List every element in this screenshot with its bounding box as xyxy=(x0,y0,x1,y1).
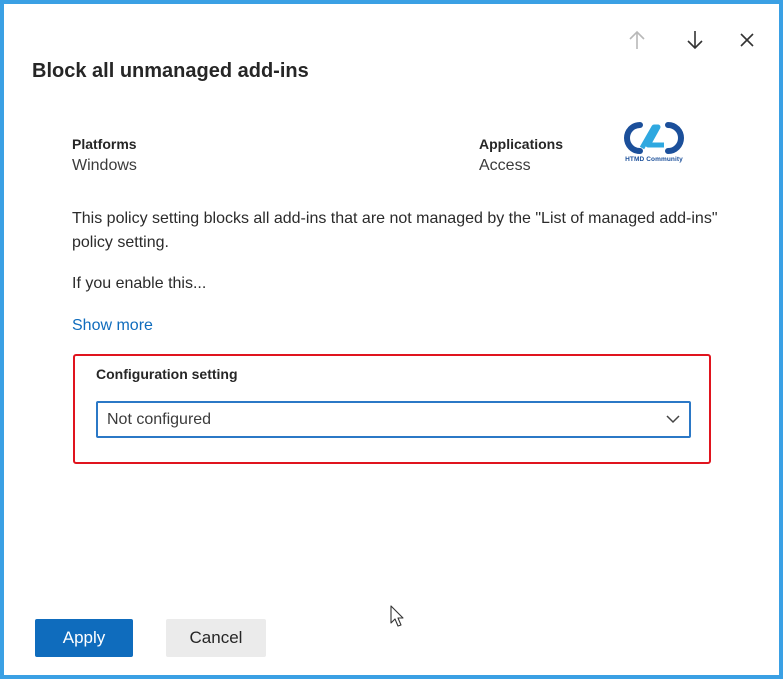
close-icon xyxy=(740,33,754,47)
configuration-setting-dropdown[interactable]: Not configured xyxy=(96,401,691,438)
logo-caption: HTMD Community xyxy=(625,156,683,163)
policy-description: This policy setting blocks all add-ins t… xyxy=(72,210,718,251)
enable-text: If you enable this... xyxy=(72,275,207,292)
applications-value: Access xyxy=(479,157,531,174)
panel-title: Block all unmanaged add-ins xyxy=(32,60,309,82)
close-button[interactable] xyxy=(733,26,761,54)
show-more-link[interactable]: Show more xyxy=(72,317,153,335)
apply-button[interactable]: Apply xyxy=(35,619,133,657)
policy-setting-panel: Block all unmanaged add-ins Platforms Wi… xyxy=(0,0,783,679)
configuration-setting-label: Configuration setting xyxy=(96,366,238,382)
applications-label: Applications xyxy=(479,136,564,152)
arrow-up-icon xyxy=(629,30,645,49)
platforms-value: Windows xyxy=(72,157,137,174)
arrow-down-icon xyxy=(687,31,703,50)
chevron-down-icon xyxy=(666,415,680,424)
mouse-pointer-icon xyxy=(390,605,404,627)
platforms-label: Platforms xyxy=(72,136,137,152)
configuration-selected-value: Not configured xyxy=(107,411,212,428)
previous-setting-button[interactable] xyxy=(623,26,651,54)
cancel-button[interactable]: Cancel xyxy=(166,619,266,657)
next-setting-button[interactable] xyxy=(681,26,709,54)
